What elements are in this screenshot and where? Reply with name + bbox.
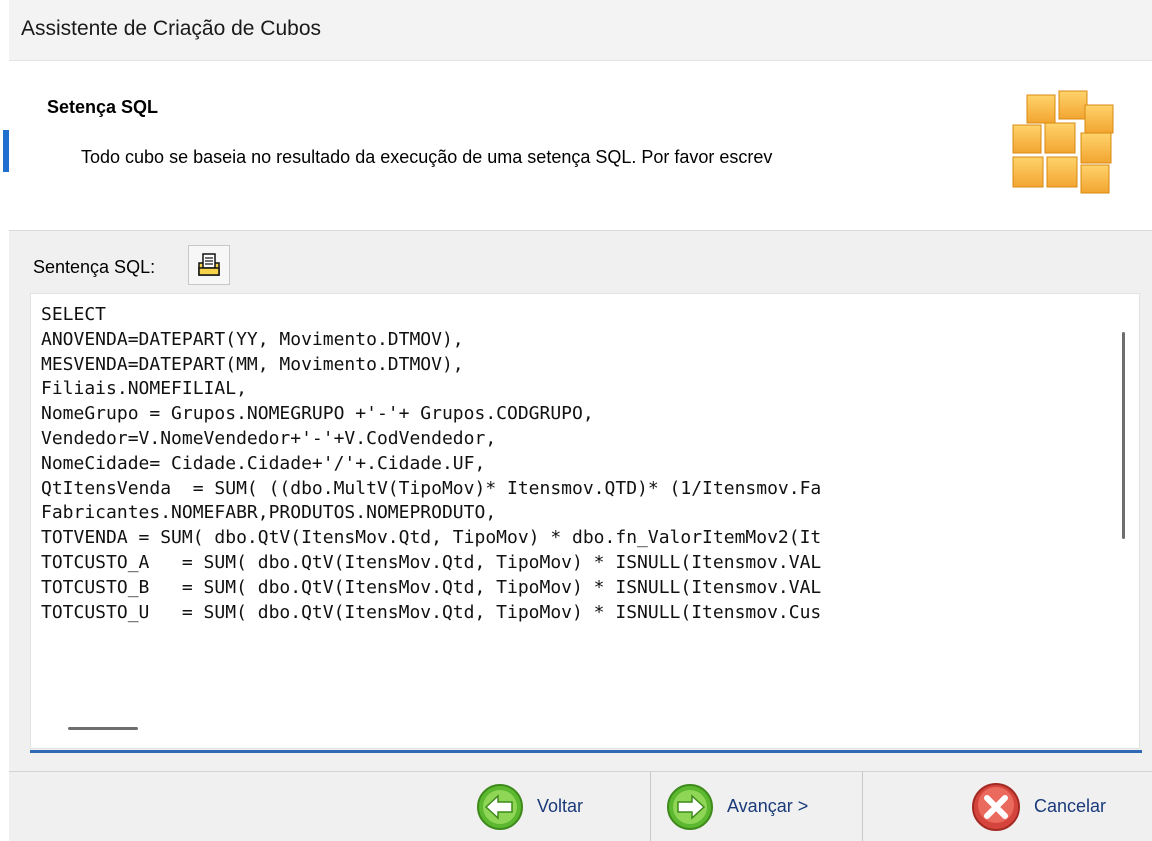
paste-document-icon [198, 253, 220, 276]
sql-line: NomeGrupo = Grupos.NOMEGRUPO +'-'+ Grupo… [41, 403, 594, 425]
sql-line: TOTCUSTO_B = SUM( dbo.QtV(ItensMov.Qtd, … [41, 576, 822, 598]
editor-focus-border [30, 750, 1142, 753]
wizard-header: Setença SQL Todo cubo se baseia no resul… [9, 61, 1152, 231]
green-arrow-right-icon [667, 783, 713, 830]
cancel-button[interactable]: Cancelar [970, 772, 1152, 841]
next-button-label: Avançar > [727, 796, 809, 816]
cubes-icon [1012, 90, 1114, 194]
paste-sql-button[interactable] [188, 245, 230, 285]
back-button[interactable]: Voltar [475, 772, 645, 841]
horizontal-scrollbar[interactable] [68, 727, 138, 730]
window-title: Assistente de Criação de Cubos [21, 17, 321, 40]
button-divider [862, 772, 863, 841]
sql-line: ANOVENDA=DATEPART(YY, Movimento.DTMOV), [41, 328, 464, 350]
sql-line: MESVENDA=DATEPART(MM, Movimento.DTMOV), [41, 353, 464, 375]
cancel-button-label: Cancelar [1034, 796, 1107, 816]
sql-line: TOTVENDA = SUM( dbo.QtV(ItensMov.Qtd, Ti… [41, 527, 822, 549]
sql-line: Fabricantes.NOMEFABR,PRODUTOS.NOMEPRODUT… [41, 502, 497, 524]
vertical-scrollbar[interactable] [1122, 332, 1125, 539]
sql-code-text[interactable]: SELECT ANOVENDA=DATEPART(YY, Movimento.DT… [41, 303, 1099, 713]
green-arrow-left-icon [477, 783, 523, 830]
sql-line: QtItensVenda = SUM( ((dbo.MultV(TipoMov)… [41, 477, 822, 499]
title-bar[interactable]: Assistente de Criação de Cubos [9, 0, 1152, 61]
back-button-label: Voltar [537, 796, 584, 816]
sql-line: SELECT [41, 304, 107, 325]
button-divider [650, 772, 651, 841]
sql-line: Filiais.NOMEFILIAL, [41, 378, 247, 400]
next-button[interactable]: Avançar > [665, 772, 865, 841]
sql-line: TOTCUSTO_A = SUM( dbo.QtV(ItensMov.Qtd, … [41, 551, 822, 573]
step-heading: Setença SQL [47, 97, 159, 117]
red-x-icon [972, 782, 1020, 831]
window-left-edge [0, 0, 9, 841]
sql-line: TOTCUSTO_U = SUM( dbo.QtV(ItensMov.Qtd, … [41, 601, 822, 623]
sql-label: Sentença SQL: [33, 257, 156, 277]
sql-line: Vendedor=V.NomeVendedor+'-'+V.CodVendedo… [41, 427, 497, 449]
sql-line: NomeCidade= Cidade.Cidade+'/'+.Cidade.UF… [41, 452, 486, 474]
sql-editor[interactable]: SELECT ANOVENDA=DATEPART(YY, Movimento.DT… [30, 293, 1140, 749]
step-description: Todo cubo se baseia no resultado da exec… [81, 147, 773, 167]
